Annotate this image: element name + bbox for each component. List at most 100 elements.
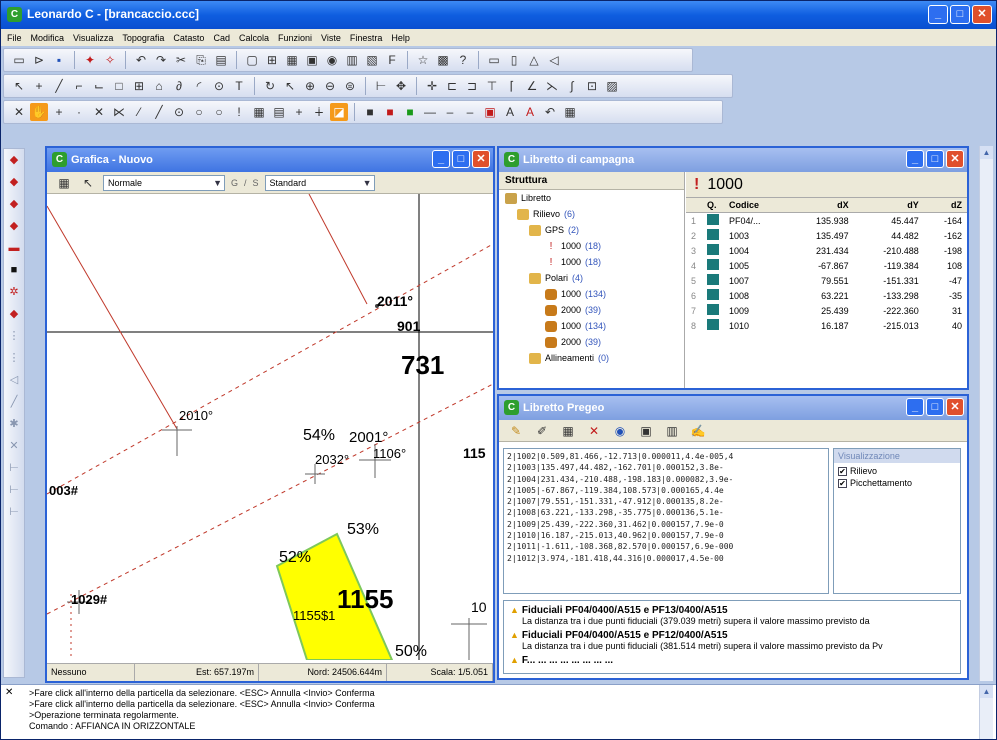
redo-icon[interactable]: ↷ — [152, 51, 170, 69]
console-scrollbar[interactable]: ▲ — [979, 685, 993, 739]
gray-tool-6-icon[interactable]: ✕ — [4, 435, 24, 457]
grafica-titlebar[interactable]: C Grafica - Nuovo _ □ ✕ — [47, 148, 493, 172]
black-color-icon[interactable]: ■ — [361, 103, 379, 121]
polyline-icon[interactable]: ⌐ — [70, 77, 88, 95]
edit-6-icon[interactable]: ⋋ — [543, 77, 561, 95]
binoculars-icon[interactable]: ◉ — [323, 51, 341, 69]
pointer-icon[interactable]: ↖ — [10, 77, 28, 95]
checkbox-rilievo[interactable]: ✔ — [838, 466, 847, 476]
edit-4-icon[interactable]: ⌈ — [503, 77, 521, 95]
menu-cad[interactable]: Cad — [213, 33, 230, 43]
snap-2-icon[interactable]: ∔ — [310, 103, 328, 121]
point-tool-2-icon[interactable]: ◆ — [4, 171, 24, 193]
zoom-in-icon[interactable]: ⊕ — [301, 77, 319, 95]
gray-tool-3-icon[interactable]: ◁ — [4, 369, 24, 391]
cut-icon[interactable]: ✂ — [172, 51, 190, 69]
help-icon[interactable]: ? — [454, 51, 472, 69]
layers-icon[interactable]: ▭ — [485, 51, 503, 69]
import-icon[interactable]: ✦ — [81, 51, 99, 69]
menu-modifica[interactable]: Modifica — [31, 33, 65, 43]
menu-catasto[interactable]: Catasto — [173, 33, 204, 43]
curve-icon[interactable]: ∂ — [170, 77, 188, 95]
plus-icon[interactable]: + — [290, 103, 308, 121]
green-color-icon[interactable]: ■ — [401, 103, 419, 121]
col-dy[interactable]: dY — [853, 198, 924, 213]
pen-icon[interactable]: ✍ — [689, 422, 707, 440]
pregeo-text-area[interactable]: 2|1002|0.509,81.466,-12.713|0.000011,4.4… — [503, 448, 829, 594]
open-folder-icon[interactable]: ⊳ — [30, 51, 48, 69]
offset-icon[interactable]: ⊢ — [372, 77, 390, 95]
window-icon[interactable]: ▢ — [243, 51, 261, 69]
edit-7-icon[interactable]: ∫ — [563, 77, 581, 95]
gray-tool-2-icon[interactable]: ⋮ — [4, 347, 24, 369]
edit-icon[interactable]: ✎ — [507, 422, 525, 440]
scroll-up-arrow-icon[interactable]: ▲ — [980, 685, 993, 698]
cross-2-icon[interactable]: ⋉ — [110, 103, 128, 121]
zoom-extents-icon[interactable]: ⊜ — [341, 77, 359, 95]
hand-icon[interactable]: ✋ — [30, 103, 48, 121]
polyline-2-icon[interactable]: ⌙ — [90, 77, 108, 95]
rectangle-icon[interactable]: □ — [110, 77, 128, 95]
gray-tool-4-icon[interactable]: ╱ — [4, 391, 24, 413]
highlight-icon[interactable]: ◪ — [330, 103, 348, 121]
report-icon[interactable]: ▧ — [363, 51, 381, 69]
snap-icon[interactable]: ✛ — [423, 77, 441, 95]
table-row[interactable]: 3 1004 231.434 -210.488 -198 — [686, 243, 967, 258]
gray-tool-7-icon[interactable]: ⊢ — [4, 457, 24, 479]
rotate-icon[interactable]: ↻ — [261, 77, 279, 95]
text-icon[interactable]: T — [230, 77, 248, 95]
save-icon[interactable]: ▪ — [50, 51, 68, 69]
zoom-out-icon[interactable]: ⊖ — [321, 77, 339, 95]
point-icon[interactable]: + — [30, 77, 48, 95]
tree-node[interactable]: Polari (4) — [505, 270, 684, 286]
command-console[interactable]: ✕ >Fare click all'interno della particel… — [1, 684, 996, 739]
tree-node[interactable]: ! 1000 (18) — [505, 238, 684, 254]
mode-select[interactable]: Normale ▼ — [103, 174, 225, 191]
console-close-icon[interactable]: ✕ — [5, 687, 17, 698]
check-icon[interactable]: ▣ — [637, 422, 655, 440]
undo-icon[interactable]: ↶ — [132, 51, 150, 69]
menu-visualizza[interactable]: Visualizza — [73, 33, 113, 43]
col-q[interactable]: Q. — [702, 198, 724, 213]
warning-item[interactable]: ▲ F... ... ... ... ... ... ... ... — [510, 655, 940, 666]
map-icon[interactable]: ▩ — [434, 51, 452, 69]
parcel-icon[interactable]: ◆ — [4, 303, 24, 325]
gray-tool-8-icon[interactable]: ⊢ — [4, 479, 24, 501]
tree-node[interactable]: 1000 (134) — [505, 286, 684, 302]
cross-icon[interactable]: ✕ — [90, 103, 108, 121]
grid-icon[interactable]: ▥ — [343, 51, 361, 69]
paint-icon[interactable]: ✐ — [533, 422, 551, 440]
menu-viste[interactable]: Viste — [321, 33, 341, 43]
grafica-close-button[interactable]: ✕ — [472, 150, 490, 168]
props-icon[interactable]: ▦ — [561, 103, 579, 121]
edit-5-icon[interactable]: ∠ — [523, 77, 541, 95]
palette-icon[interactable]: ▣ — [481, 103, 499, 121]
text-style-icon[interactable]: A — [501, 103, 519, 121]
scroll-up-arrow-icon[interactable]: ▲ — [980, 146, 993, 159]
dot-icon[interactable]: · — [70, 103, 88, 121]
triangle-2-icon[interactable]: ◁ — [545, 51, 563, 69]
mdi-scrollbar[interactable]: ▲ — [979, 146, 993, 681]
ring-2-icon[interactable]: ○ — [210, 103, 228, 121]
calc-icon[interactable]: ⊞ — [263, 51, 281, 69]
table-row[interactable]: 2 1003 135.497 44.482 -162 — [686, 228, 967, 243]
bar-icon[interactable]: ! — [230, 103, 248, 121]
style-select[interactable]: Standard ▼ — [264, 174, 375, 191]
tree-node[interactable]: Libretto — [505, 190, 684, 206]
diag-icon[interactable]: ⁄ — [130, 103, 148, 121]
gray-tool-5-icon[interactable]: ✱ — [4, 413, 24, 435]
edit-2-icon[interactable]: ⊐ — [463, 77, 481, 95]
app-titlebar[interactable]: C Leonardo C - [brancaccio.ccc] _ □ ✕ — [1, 1, 996, 29]
rect-grid-icon[interactable]: ⊞ — [130, 77, 148, 95]
minimize-button[interactable]: _ — [928, 5, 948, 24]
tree-node[interactable]: 2000 (39) — [505, 334, 684, 350]
cursor-icon[interactable]: ↖ — [79, 174, 97, 192]
calc-tool-icon[interactable]: ▬ — [4, 237, 24, 259]
select-icon[interactable]: ↖ — [281, 77, 299, 95]
grafica-maximize-button[interactable]: □ — [452, 150, 470, 168]
undo-2-icon[interactable]: ↶ — [541, 103, 559, 121]
red-color-icon[interactable]: ■ — [381, 103, 399, 121]
table-row[interactable]: 6 1008 63.221 -133.298 -35 — [686, 288, 967, 303]
libretto-close-button[interactable]: ✕ — [946, 150, 964, 168]
tree-node[interactable]: 2000 (39) — [505, 302, 684, 318]
